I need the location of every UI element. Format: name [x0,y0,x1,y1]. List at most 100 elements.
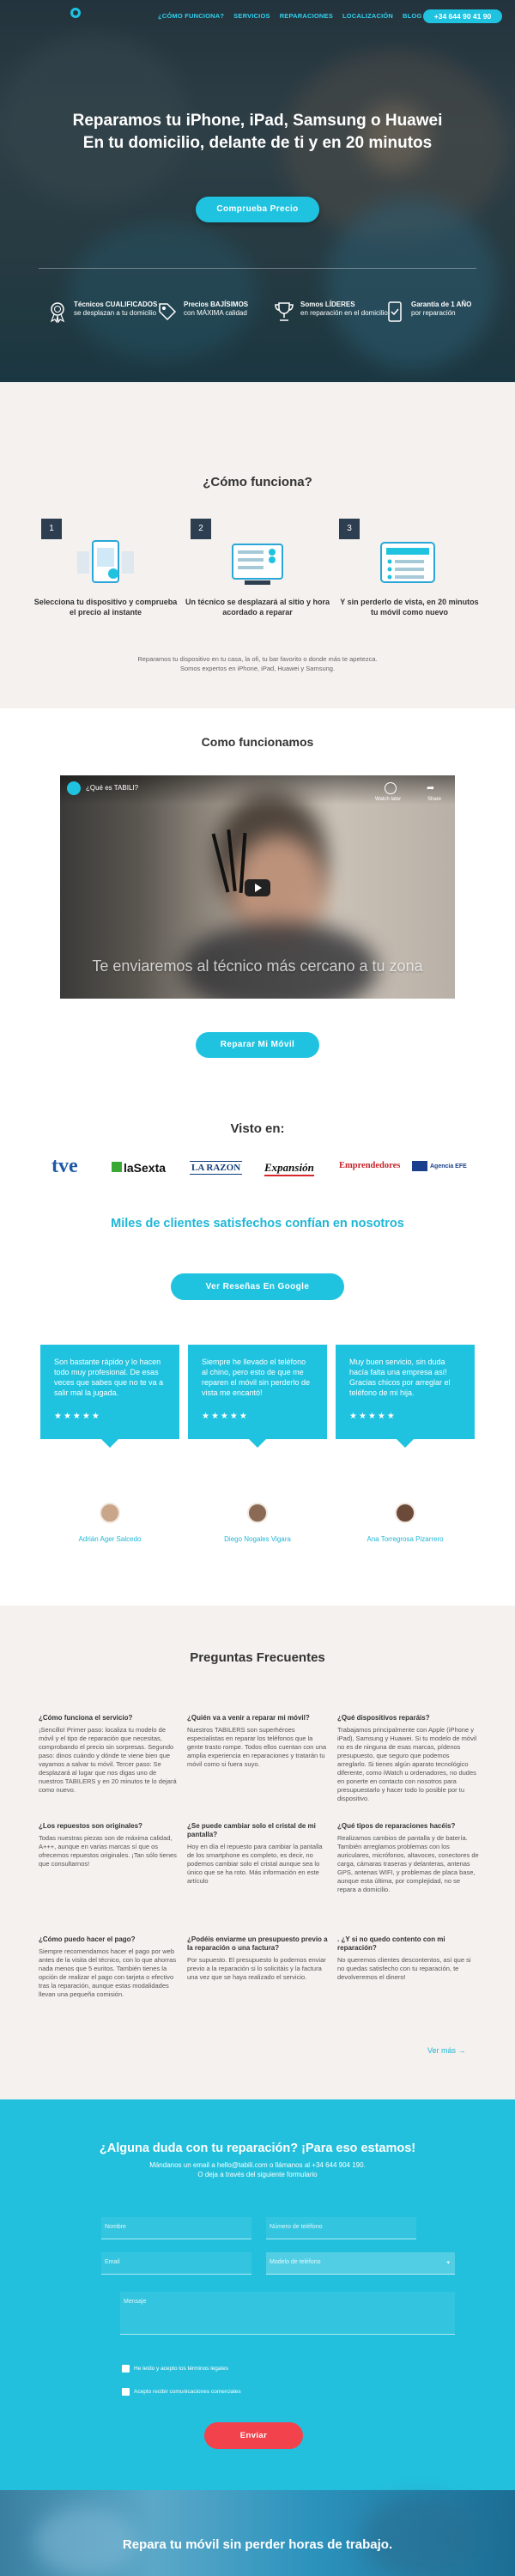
review-card: Siempre he llevado el teléfono al chino,… [188,1345,327,1448]
video-section-title: Como funcionamos [201,735,314,749]
how-it-works-title: ¿Cómo funciona? [203,475,312,489]
step-text: Y sin perderlo de vista, en 20 minutos t… [340,598,479,617]
feature-text: con MÁXIMA calidad [184,309,247,317]
send-button[interactable]: Enviar [204,2422,303,2449]
email-field[interactable]: Email [101,2252,251,2275]
avatar [395,1503,415,1523]
faq-answer: Realizamos cambios de pantalla y de bate… [337,1834,479,1893]
review-text: Siempre he llevado el teléfono al chino,… [202,1358,311,1397]
channel-avatar[interactable] [67,781,81,795]
clock-icon[interactable] [385,782,397,794]
terms-checkbox[interactable] [122,2365,130,2372]
device-select-icon [77,540,134,583]
review-text: Muy buen servicio, sin duda hacía falta … [349,1358,451,1397]
logo-icon[interactable] [70,8,81,18]
tve-logo: tve [52,1155,78,1177]
step-number: 2 [191,519,211,539]
feature-tecnicos: Técnicos CUALIFICADOS se desplazan a tu d… [47,301,157,323]
reviewer-name: Ana Torregrosa Pizarrero [367,1535,444,1543]
phone-model-label: Modelo de teléfono [270,2259,321,2265]
faq-answer: No queremos clientes descontentos, así q… [337,1956,471,1981]
feature-precios: Precios BAJÍSIMOS con MÁXIMA calidad [157,301,248,323]
trophy-icon [275,302,294,321]
check-price-button[interactable]: Comprueba Precio [196,197,319,222]
share-icon[interactable]: ➦ [427,782,434,793]
repair-my-phone-button[interactable]: Reparar Mi Móvil [196,1032,319,1058]
faq-answer: ¡Sencillo! Primer paso: localiza tu mode… [39,1726,177,1794]
marketing-checkbox[interactable] [122,2388,130,2396]
contact-title: ¿Alguna duda con tu reparación? ¡Para es… [99,2142,416,2155]
faq-question: ¿Se puede cambiar solo el cristal de mi … [187,1822,316,1838]
phone-button[interactable]: +34 644 90 41 90 [423,9,502,23]
faq-item: ¿Podéis enviarme un presupuesto previo a… [187,1935,329,1982]
faq-title: Preguntas Frecuentes [190,1650,325,1665]
lasexta-logo: laSexta [112,1161,166,1175]
reviewer-name: Adrián Ager Salcedo [78,1535,142,1543]
feature-text: por reparación [411,309,456,317]
faq-question: . ¿Y si no quedo contento con mi reparac… [337,1935,445,1952]
efe-text: Agencia EFE [430,1163,467,1170]
see-google-reviews-button[interactable]: Ver Reseñas En Google [171,1273,344,1300]
step-text: Un técnico se desplazará al sitio y hora… [185,598,330,617]
name-field[interactable]: Nombre [101,2217,251,2239]
nav-localizacion[interactable]: LOCALIZACIÓN [342,12,393,20]
feature-text: en reparación en el domicilio [300,309,388,317]
faq-answer: Nuestros TABILERS son superhéroes especi… [187,1726,327,1768]
feature-bold: Garantía de 1 AÑO [411,301,472,308]
feature-bold: Técnicos CUALIFICADOS [74,301,158,308]
nav-servicios[interactable]: SERVICIOS [233,12,270,20]
see-more-link[interactable]: Ver más → [427,2046,466,2055]
message-field[interactable]: Mensaje [120,2292,455,2335]
checklist-icon [380,542,435,583]
video-caption: Te enviaremos al técnico más cercano a t… [92,957,423,975]
press-title: Visto en: [230,1121,285,1136]
review-text: Son bastante rápido y lo hacen todo muy … [54,1358,164,1397]
faq-question: ¿Cómo puedo hacer el pago? [39,1935,136,1943]
avatar [100,1503,120,1523]
phone-field[interactable]: Número de teléfono [266,2217,416,2239]
reviews-title: Miles de clientes satisfechos confían en… [111,1217,404,1230]
step-number: 3 [339,519,360,539]
faq-item: ¿Se puede cambiar solo el cristal de mi … [187,1822,329,1886]
main-nav: ¿CÓMO FUNCIONA? SERVICIOS REPARACIONES L… [158,12,422,20]
faq-item: ¿Cómo puedo hacer el pago? Siempre recome… [39,1935,180,1999]
contact-subtitle: Mándanos un email a hello@tabili.com o l… [149,2161,366,2178]
phone-model-select[interactable]: Modelo de teléfono ▾ [266,2252,455,2275]
faq-question: ¿Los repuestos son originales? [39,1822,142,1830]
feature-garantia: Garantía de 1 AÑO por reparación [385,301,471,323]
nav-blog[interactable]: BLOG [403,12,421,20]
medal-icon [50,302,65,323]
faq-answer: Por supuesto. El presupuesto lo podemos … [187,1956,326,1981]
phone-check-icon [388,301,402,322]
chevron-down-icon: ▾ [446,2260,450,2266]
review-card: Muy buen servicio, sin duda hacía falta … [336,1345,475,1448]
terms-label: He leído y acepto los términos legales [134,2366,228,2372]
faq-question: ¿Qué tipos de reparaciones hacéis? [337,1822,456,1830]
faq-question: ¿Podéis enviarme un presupuesto previo a… [187,1935,328,1952]
nav-como-funciona[interactable]: ¿CÓMO FUNCIONA? [158,12,224,20]
step-number: 1 [41,519,62,539]
watch-later-label[interactable]: Watch later [375,797,401,802]
feature-lideres: Somos LÍDERES en reparación en el domicil… [274,301,388,323]
faq-question: ¿Cómo funciona el servicio? [39,1714,133,1722]
video-title-text[interactable]: ¿Qué es TABILI? [86,784,138,792]
feature-bold: Precios BAJÍSIMOS [184,301,249,308]
play-button-icon[interactable] [245,879,270,896]
feature-bold: Somos LÍDERES [300,301,355,308]
faq-question: ¿Quién va a venir a reparar mi móvil? [187,1714,310,1722]
price-tag-icon [159,303,177,321]
hero-divider [39,268,476,269]
review-stars: ★★★★★ [54,1412,101,1421]
faq-item: ¿Quién va a venir a reparar mi móvil? Nue… [187,1714,329,1769]
faq-item: ¿Qué dispositivos reparáis? Trabajamos pr… [337,1714,479,1803]
marketing-label: Acepto recibir comunicaciones comerciale… [134,2389,241,2395]
expansion-logo: Expansión [264,1161,314,1176]
faq-item: ¿Qué tipos de reparaciones hacéis? Realiz… [337,1822,479,1894]
step-text: Selecciona tu dispositivo y comprueba el… [33,598,178,617]
footer-title: Repara tu móvil sin perder horas de trab… [122,2537,393,2552]
how-it-works-subtitle: Reparamos tu dispositivo en tu casa, la … [137,655,378,672]
nav-reparaciones[interactable]: REPARACIONES [280,12,333,20]
efe-logo: Agencia EFE [412,1161,467,1171]
share-label[interactable]: Share [427,797,441,802]
faq-answer: Trabajamos principalmente con Apple (iPh… [337,1726,477,1802]
